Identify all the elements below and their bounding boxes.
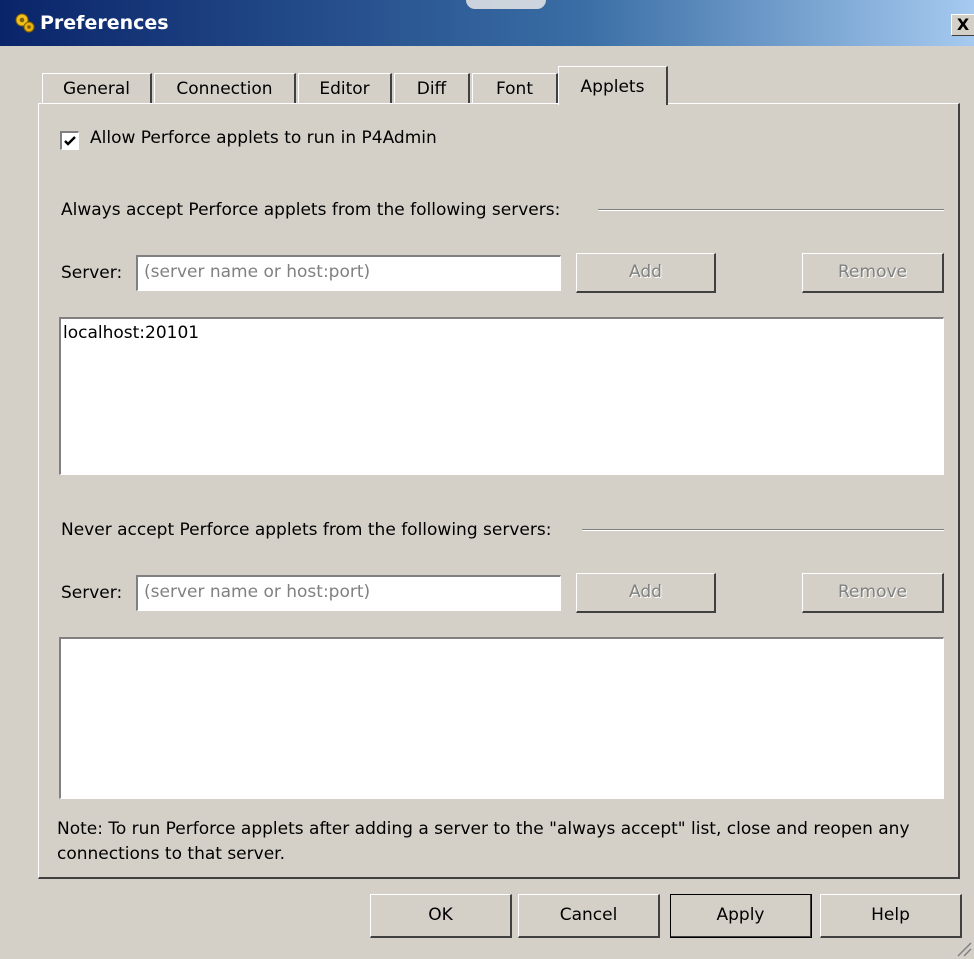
tab-applets[interactable]: Applets bbox=[558, 66, 668, 105]
tab-label: Diff bbox=[416, 79, 447, 99]
always-server-label: Server: bbox=[61, 263, 123, 283]
never-server-input[interactable]: (server name or host:port) bbox=[136, 575, 561, 611]
never-accept-heading: Never accept Perforce applets from the f… bbox=[61, 520, 552, 540]
title-bar[interactable]: Preferences X bbox=[0, 0, 974, 46]
always-accept-heading: Always accept Perforce applets from the … bbox=[61, 200, 561, 220]
apply-button[interactable]: Apply bbox=[670, 894, 812, 938]
tab-editor[interactable]: Editor bbox=[298, 73, 392, 103]
tab-label: Font bbox=[495, 79, 533, 99]
tab-connection[interactable]: Connection bbox=[154, 73, 296, 103]
note-text: Note: To run Perforce applets after addi… bbox=[57, 819, 910, 864]
allow-applets-checkbox[interactable] bbox=[60, 131, 79, 150]
cancel-button[interactable]: Cancel bbox=[518, 894, 660, 938]
tab-label: Applets bbox=[580, 77, 645, 97]
never-accept-divider bbox=[582, 529, 944, 531]
perforce-gears-icon bbox=[15, 13, 35, 33]
tab-font[interactable]: Font bbox=[472, 73, 558, 103]
always-add-button[interactable]: Add bbox=[576, 253, 716, 293]
always-accept-divider bbox=[598, 209, 944, 211]
tab-label: Connection bbox=[176, 79, 273, 99]
allow-applets-label[interactable]: Allow Perforce applets to run in P4Admin bbox=[90, 128, 437, 148]
always-accept-list[interactable]: localhost:20101 bbox=[59, 317, 944, 475]
close-icon[interactable]: X bbox=[951, 14, 974, 36]
list-item[interactable]: localhost:20101 bbox=[63, 323, 199, 343]
never-add-button[interactable]: Add bbox=[576, 573, 716, 613]
never-accept-list[interactable] bbox=[59, 637, 944, 799]
tab-label: General bbox=[63, 79, 130, 99]
always-server-input[interactable]: (server name or host:port) bbox=[136, 255, 561, 291]
checkmark-icon bbox=[64, 136, 76, 146]
always-remove-button[interactable]: Remove bbox=[802, 253, 944, 293]
resize-grip-icon[interactable] bbox=[952, 937, 972, 957]
never-remove-button[interactable]: Remove bbox=[802, 573, 944, 613]
ok-button[interactable]: OK bbox=[370, 894, 512, 938]
window-title: Preferences bbox=[40, 12, 169, 34]
preferences-dialog: Preferences X General Connection Editor … bbox=[0, 0, 974, 959]
tab-general[interactable]: General bbox=[42, 73, 152, 103]
never-server-label: Server: bbox=[61, 583, 123, 603]
tab-diff[interactable]: Diff bbox=[394, 73, 470, 103]
title-notch-decoration bbox=[466, 0, 546, 9]
help-button[interactable]: Help bbox=[820, 894, 962, 938]
tab-label: Editor bbox=[319, 79, 370, 99]
